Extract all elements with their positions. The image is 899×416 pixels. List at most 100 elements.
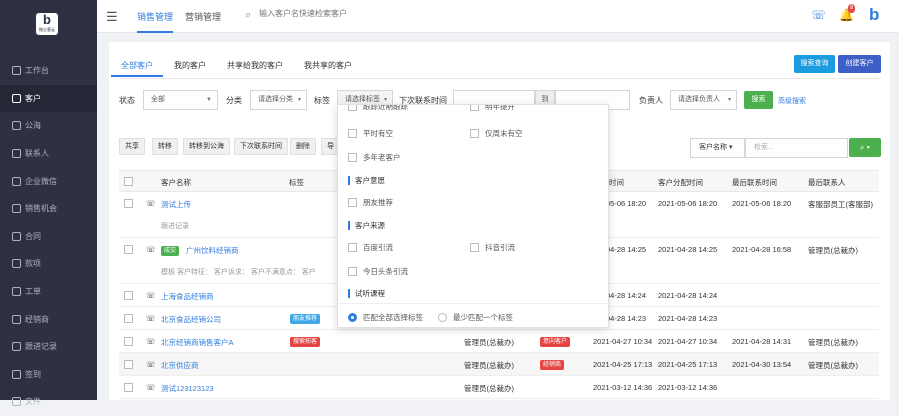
- customer-name-link[interactable]: 北京食品经销公司: [161, 314, 221, 325]
- phone-icon[interactable]: ☏: [146, 337, 155, 346]
- sidebar-item-contacts[interactable]: 联系人: [0, 140, 97, 168]
- table-row[interactable]: ☏ 北京经销商销售客户A 搜索拓客 管理员(总裁办) 意向客户 2021-04-…: [119, 330, 879, 353]
- next-contact-time-button[interactable]: 下次联系时间: [234, 138, 288, 155]
- tab-my-customers[interactable]: 我的客户: [172, 60, 208, 80]
- crawl-button[interactable]: 搜索查询: [794, 55, 835, 73]
- tab-sales-management[interactable]: 销售管理: [137, 10, 174, 33]
- brand-logo-icon[interactable]: b: [869, 6, 883, 24]
- tag-checkbox[interactable]: [348, 267, 357, 276]
- col-assign-time[interactable]: 客户分配时间: [658, 177, 703, 188]
- radio-selected-icon[interactable]: [348, 313, 357, 322]
- time-cell: 2021-04-25 17:13: [593, 360, 653, 369]
- row-checkbox[interactable]: [124, 383, 133, 392]
- table-row[interactable]: ☏ 北京供应商 管理员(总裁办) 经销商 2021-04-25 17:13 20…: [119, 353, 879, 376]
- phone-icon[interactable]: ☏: [146, 314, 155, 323]
- payment-icon: [12, 259, 21, 269]
- share-button[interactable]: 共享: [119, 138, 145, 155]
- workbench-icon: [12, 66, 21, 76]
- sidebar-item-contracts[interactable]: 合同: [0, 223, 97, 251]
- tab-shared-with-me[interactable]: 共享给我的客户: [225, 60, 285, 80]
- tag-option[interactable]: 明年提升: [470, 105, 515, 112]
- status-label: 状态: [119, 96, 135, 105]
- select-all-checkbox[interactable]: [124, 177, 133, 186]
- status-select[interactable]: 全部 ▼: [143, 90, 218, 110]
- col-last-contact-person[interactable]: 最后联系人: [808, 177, 846, 188]
- customer-name-link[interactable]: 北京经销商销售客户A: [161, 337, 234, 348]
- tag-dropdown: 跟踪近期跟踪 明年提升 平时有空 仅周末有空 多年老客户 客户意愿 朋友推荐 客…: [337, 104, 609, 328]
- tag-checkbox[interactable]: [348, 198, 357, 207]
- sidebar-item-customers[interactable]: 客户: [0, 84, 97, 113]
- customer-name-link[interactable]: 上海食品经销商: [161, 291, 214, 302]
- sidebar-item-workbench[interactable]: 工作台: [0, 57, 97, 85]
- tag-checkbox[interactable]: [348, 105, 357, 111]
- quick-search-input[interactable]: [259, 9, 409, 18]
- col-last-contact-time[interactable]: 最后联系时间: [732, 177, 777, 188]
- search-field-select[interactable]: 客户名称 ▾: [690, 138, 745, 158]
- tag-option[interactable]: 跟踪近期跟踪: [348, 105, 408, 112]
- transfer-button[interactable]: 转移: [152, 138, 178, 155]
- sidebar-item-public-pool[interactable]: 公海: [0, 112, 97, 140]
- tag-checkbox[interactable]: [470, 105, 479, 111]
- owner-select[interactable]: 请选择负责人 ▾: [670, 90, 737, 110]
- tag-option[interactable]: 仅周末有空: [470, 128, 523, 139]
- customer-name-link[interactable]: 测试上传: [161, 199, 191, 210]
- phone-icon[interactable]: ☏: [811, 8, 826, 22]
- phone-icon[interactable]: ☏: [146, 360, 155, 369]
- sidebar-item-checkin[interactable]: 签到: [0, 361, 97, 389]
- sidebar-item-tickets[interactable]: 工单: [0, 278, 97, 306]
- row-checkbox[interactable]: [124, 314, 133, 323]
- move-to-pool-button[interactable]: 转移到公海: [183, 138, 230, 155]
- col-customer-name[interactable]: 客户名称: [161, 177, 191, 188]
- tab-shared-by-me[interactable]: 我共享的客户: [302, 60, 354, 80]
- phone-icon[interactable]: ☏: [146, 245, 155, 254]
- sidebar-item-payments[interactable]: 款项: [0, 250, 97, 278]
- hamburger-menu-icon[interactable]: ☰: [106, 9, 118, 25]
- tag-checkbox[interactable]: [348, 129, 357, 138]
- sidebar-item-dealers[interactable]: 经销商: [0, 305, 97, 333]
- app-logo[interactable]: b 微企客云: [36, 13, 58, 35]
- followup-record-link[interactable]: 跟进记录: [161, 221, 189, 231]
- category-select[interactable]: 请选择分类 ▾: [250, 90, 307, 110]
- table-search-button[interactable]: ⌕ ▾: [849, 138, 881, 157]
- tag-checkbox[interactable]: [348, 153, 357, 162]
- tab-marketing-management[interactable]: 营销管理: [185, 10, 221, 23]
- table-search-input[interactable]: 检索...: [745, 138, 848, 158]
- tag-checkbox[interactable]: [470, 243, 479, 252]
- col-tags[interactable]: 标签: [289, 177, 304, 188]
- sidebar-item-wecom[interactable]: 企业微信: [0, 167, 97, 195]
- phone-icon[interactable]: ☏: [146, 383, 155, 392]
- tab-all-customers[interactable]: 全部客户: [111, 60, 163, 80]
- row-checkbox[interactable]: [124, 337, 133, 346]
- search-button[interactable]: 搜索: [744, 91, 773, 109]
- row-checkbox[interactable]: [124, 199, 133, 208]
- table-row[interactable]: ☏ 测试123123123 管理员(总裁办) 2021-03-12 14:36 …: [119, 376, 879, 399]
- sidebar-item-files[interactable]: 文件: [0, 388, 97, 416]
- match-one-radio[interactable]: 最少匹配一个标签: [438, 312, 513, 323]
- tag-option[interactable]: 朋友推荐: [348, 197, 393, 208]
- tag-option[interactable]: 抖音引流: [470, 242, 515, 253]
- customer-name-link[interactable]: 测试123123123: [161, 383, 214, 394]
- advanced-search-link[interactable]: 高级搜索: [778, 96, 806, 106]
- match-all-radio[interactable]: 匹配全部选择标签: [348, 312, 423, 323]
- row-checkbox[interactable]: [124, 360, 133, 369]
- row-checkbox[interactable]: [124, 245, 133, 254]
- tag-option[interactable]: 平时有空: [348, 128, 393, 139]
- create-customer-button[interactable]: 创建客户: [838, 55, 881, 73]
- tag-option-label: 平时有空: [363, 129, 393, 138]
- phone-icon[interactable]: ☏: [146, 199, 155, 208]
- sidebar-item-followups[interactable]: 跟进记录: [0, 333, 97, 361]
- radio-icon[interactable]: [438, 313, 447, 322]
- tag-option[interactable]: 百度引流: [348, 242, 393, 253]
- tag-option[interactable]: 多年老客户: [348, 152, 401, 163]
- delete-button[interactable]: 删除: [290, 138, 316, 155]
- tag-checkbox[interactable]: [470, 129, 479, 138]
- time-cell: 2021-04-27 10:34: [593, 337, 653, 346]
- sidebar-item-opportunities[interactable]: 销售机会: [0, 195, 97, 223]
- row-checkbox[interactable]: [124, 291, 133, 300]
- customer-name-link[interactable]: 北京供应商: [161, 360, 199, 371]
- phone-icon[interactable]: ☏: [146, 291, 155, 300]
- tag-checkbox[interactable]: [348, 243, 357, 252]
- customer-name-link[interactable]: 广州饮料经销商: [186, 245, 239, 256]
- col-time[interactable]: 时间: [609, 177, 624, 188]
- tag-option[interactable]: 今日头条引流: [348, 266, 408, 277]
